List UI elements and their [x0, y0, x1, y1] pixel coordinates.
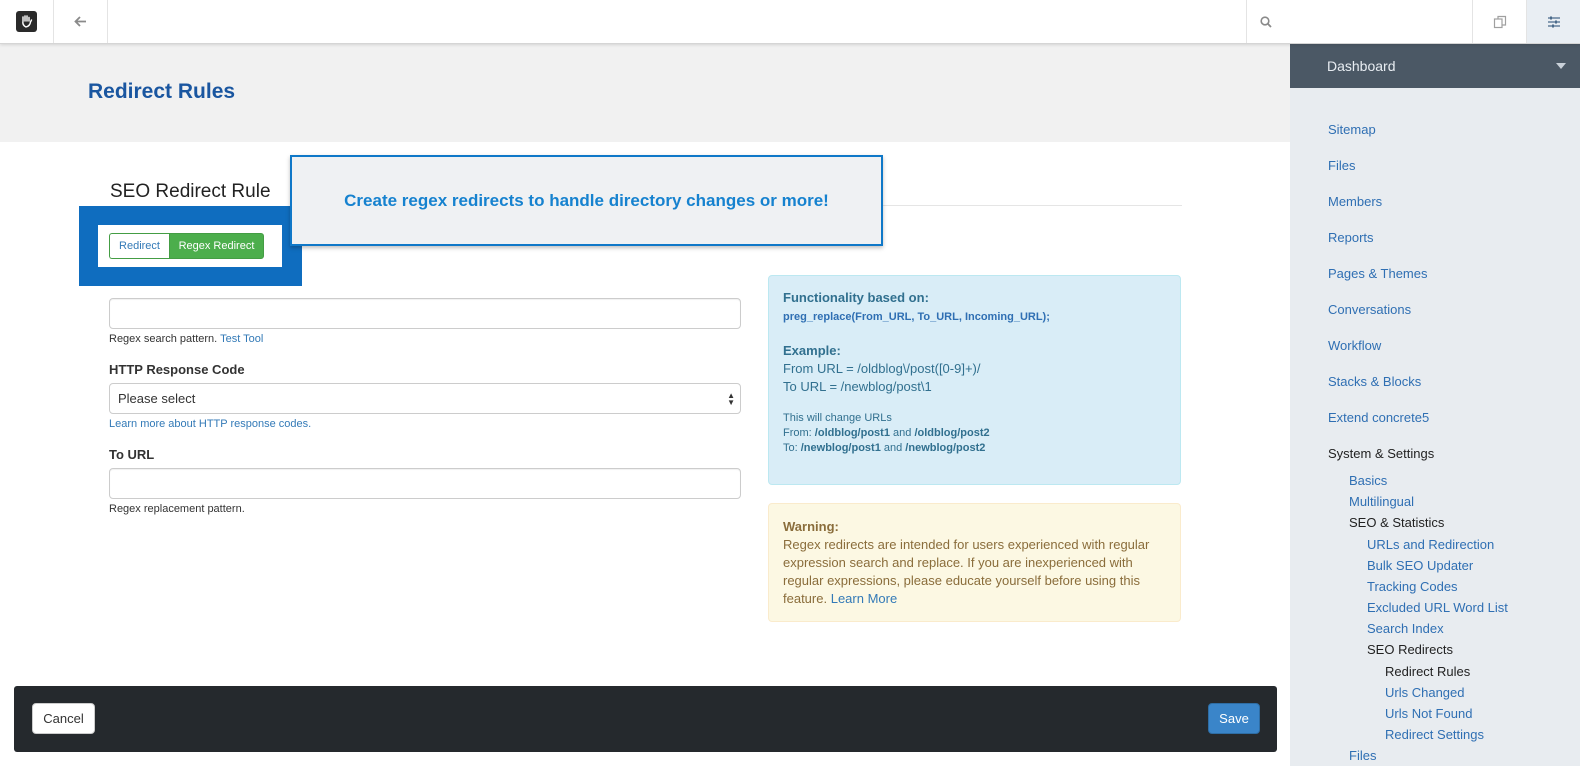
info-box: Functionality based on: preg_replace(Fro… — [768, 275, 1181, 485]
sidebar-item-redirect-rules[interactable]: Redirect Rules — [1385, 664, 1470, 679]
sidebar-item-urls-redirection[interactable]: URLs and Redirection — [1367, 537, 1494, 552]
sidebar-item-excluded-words[interactable]: Excluded URL Word List — [1367, 600, 1508, 615]
sidebar-item-stacks-blocks[interactable]: Stacks & Blocks — [1328, 374, 1421, 389]
sidebar-item-conversations[interactable]: Conversations — [1328, 302, 1411, 317]
http-codes-link[interactable]: Learn more about HTTP response codes. — [109, 418, 311, 430]
form-actions-bar: Cancel Save — [14, 686, 1277, 752]
sidebar-item-seo-statistics[interactable]: SEO & Statistics — [1349, 515, 1444, 530]
change-intro: This will change URLs — [783, 412, 892, 424]
change-from-line: From: /oldblog/post1 and /oldblog/post2 — [783, 427, 1166, 439]
info-heading: Functionality based on: — [783, 290, 929, 305]
sidebar-item-members[interactable]: Members — [1328, 194, 1382, 209]
warning-box: Warning: Regex redirects are intended fo… — [768, 503, 1181, 622]
info-code: preg_replace(From_URL, To_URL, Incoming_… — [783, 311, 1050, 323]
sidebar-item-search-index[interactable]: Search Index — [1367, 621, 1444, 636]
concrete5-logo-icon — [16, 11, 37, 32]
to-url-help: Regex replacement pattern. — [109, 503, 245, 515]
and-1: and — [893, 427, 912, 439]
cancel-button[interactable]: Cancel — [32, 703, 95, 734]
from-url-help-text: Regex search pattern. — [109, 333, 218, 345]
from-b: /oldblog/post2 — [914, 427, 990, 439]
sidebar-item-bulk-seo[interactable]: Bulk SEO Updater — [1367, 558, 1473, 573]
http-code-label: HTTP Response Code — [109, 362, 245, 377]
sidebar-item-urls-not-found[interactable]: Urls Not Found — [1385, 706, 1472, 721]
callout-text: Create regex redirects to handle directo… — [344, 190, 829, 210]
dashboard-sidebar: Dashboard Sitemap Files Members Reports … — [1290, 44, 1580, 766]
sidebar-item-extend[interactable]: Extend concrete5 — [1328, 410, 1429, 425]
from-url-input[interactable] — [109, 298, 741, 329]
sidebar-header[interactable]: Dashboard — [1290, 44, 1580, 88]
warning-heading: Warning: — [783, 519, 839, 534]
page-title: Redirect Rules — [88, 80, 236, 103]
top-toolbar — [0, 0, 1580, 44]
example-heading: Example: — [783, 343, 841, 358]
search-button[interactable] — [1246, 0, 1472, 43]
test-tool-link[interactable]: Test Tool — [220, 333, 263, 345]
save-button[interactable]: Save — [1208, 703, 1260, 734]
search-icon — [1260, 15, 1272, 28]
select-arrows-icon: ▲ ▼ — [727, 391, 735, 407]
section-divider — [870, 205, 1182, 206]
sidebar-item-seo-redirects[interactable]: SEO Redirects — [1367, 642, 1453, 657]
to-url-label: To URL — [109, 447, 155, 462]
from-prefix: From: — [783, 427, 812, 439]
sidebar-item-basics[interactable]: Basics — [1349, 473, 1387, 488]
http-code-select[interactable]: Please select ▲ ▼ — [109, 383, 741, 414]
arrow-left-icon — [74, 16, 86, 27]
pages-icon — [1493, 15, 1506, 28]
redirect-option-button[interactable]: Redirect — [109, 233, 169, 259]
redirect-type-toggle: Redirect Regex Redirect — [109, 233, 271, 259]
to-prefix: To: — [783, 442, 798, 454]
to-b: /newblog/post2 — [905, 442, 986, 454]
back-button[interactable] — [54, 0, 108, 43]
http-code-selected: Please select — [118, 391, 196, 406]
tour-callout: Create regex redirects to handle directo… — [290, 155, 883, 246]
to-a: /newblog/post1 — [800, 442, 881, 454]
learn-more-link[interactable]: Learn More — [831, 591, 897, 606]
from-url-help: Regex search pattern. Test Tool — [109, 333, 263, 345]
sidebar-item-redirect-settings[interactable]: Redirect Settings — [1385, 727, 1484, 742]
change-to-line: To: /newblog/post1 and /newblog/post2 — [783, 442, 1166, 454]
sidebar-item-files-system[interactable]: Files — [1349, 748, 1376, 763]
sidebar-item-multilingual[interactable]: Multilingual — [1349, 494, 1414, 509]
section-title: SEO Redirect Rule — [110, 181, 271, 202]
sidebar-item-reports[interactable]: Reports — [1328, 230, 1374, 245]
redirect-type-toggle-container: Redirect Regex Redirect — [98, 225, 282, 267]
to-url-input[interactable] — [109, 468, 741, 499]
from-a: /oldblog/post1 — [814, 427, 890, 439]
sidebar-item-sitemap[interactable]: Sitemap — [1328, 122, 1376, 137]
sidebar-item-workflow[interactable]: Workflow — [1328, 338, 1381, 353]
example-to: To URL = /newblog/post\1 — [783, 379, 932, 394]
sliders-icon — [1547, 16, 1560, 27]
sidebar-item-pages-themes[interactable]: Pages & Themes — [1328, 266, 1427, 281]
pages-button[interactable] — [1472, 0, 1526, 43]
sidebar-item-urls-changed[interactable]: Urls Changed — [1385, 685, 1465, 700]
sidebar-item-files[interactable]: Files — [1328, 158, 1355, 173]
logo-button[interactable] — [0, 0, 54, 43]
caret-down-icon — [1556, 63, 1566, 69]
and-2: and — [883, 442, 903, 454]
sidebar-header-label: Dashboard — [1327, 58, 1396, 74]
dashboard-panel-button[interactable] — [1526, 0, 1580, 43]
sidebar-item-tracking-codes[interactable]: Tracking Codes — [1367, 579, 1458, 594]
regex-redirect-option-button[interactable]: Regex Redirect — [169, 233, 264, 259]
sidebar-item-system-settings[interactable]: System & Settings — [1328, 446, 1434, 461]
example-from: From URL = /oldblog\/post([0-9]+)/ — [783, 361, 981, 376]
